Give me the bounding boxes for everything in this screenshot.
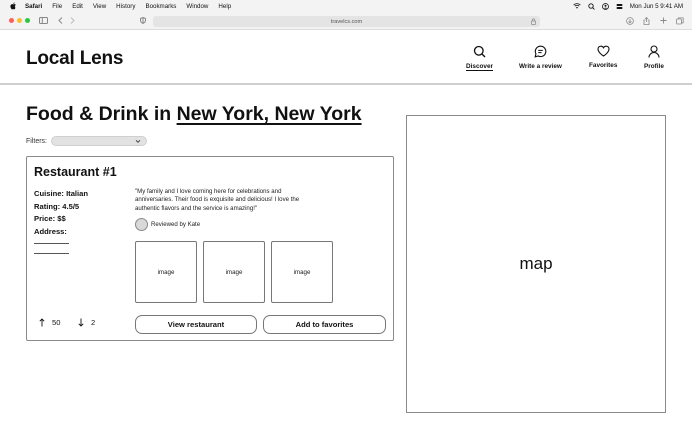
reviewer-label: Reviewed by Kate bbox=[151, 221, 201, 228]
control-center-icon[interactable] bbox=[616, 3, 623, 10]
app-logo[interactable]: Local Lens bbox=[26, 48, 123, 70]
menu-bar: Safari File Edit View History Bookmarks … bbox=[0, 0, 692, 12]
user-account-icon[interactable] bbox=[601, 2, 609, 10]
map-label: map bbox=[519, 254, 553, 273]
nav-label-write-review: Write a review bbox=[519, 63, 562, 70]
rating-text: Rating: 4.5/5 bbox=[34, 201, 80, 211]
menu-safari[interactable]: Safari bbox=[25, 3, 42, 10]
menu-file[interactable]: File bbox=[52, 3, 62, 10]
downvote-count: 2 bbox=[91, 318, 96, 327]
address-line-2 bbox=[34, 253, 69, 254]
restaurant-facts: Cuisine: Italian Rating: 4.5/5 Price: $$… bbox=[34, 188, 88, 238]
upvote-count: 50 bbox=[52, 318, 61, 327]
filters-dropdown[interactable] bbox=[51, 136, 147, 146]
search-icon bbox=[473, 45, 486, 63]
location-link[interactable]: New York, New York bbox=[177, 103, 362, 125]
close-window-button[interactable] bbox=[9, 18, 14, 23]
menu-history[interactable]: History bbox=[116, 3, 135, 10]
price-text: Price: $$ bbox=[34, 214, 66, 224]
restaurant-image-1[interactable]: image bbox=[135, 241, 197, 303]
spotlight-search-icon[interactable] bbox=[588, 2, 595, 10]
restaurant-image-3[interactable]: image bbox=[271, 241, 333, 303]
menu-view[interactable]: View bbox=[93, 3, 106, 10]
wifi-icon[interactable] bbox=[573, 3, 581, 9]
forward-icon[interactable] bbox=[70, 16, 75, 25]
nav-profile[interactable]: Profile bbox=[644, 45, 664, 70]
zoom-window-button[interactable] bbox=[25, 18, 30, 23]
new-tab-icon[interactable] bbox=[660, 16, 667, 25]
address-label: Address: bbox=[34, 226, 67, 236]
address-line-1 bbox=[34, 243, 69, 244]
arrow-down-icon bbox=[78, 318, 84, 327]
reviewer: Reviewed by Kate bbox=[135, 218, 200, 231]
tab-overview-icon[interactable] bbox=[676, 16, 684, 25]
menu-window[interactable]: Window bbox=[186, 3, 208, 10]
address-bar[interactable]: travelcs.com bbox=[153, 16, 540, 27]
nav-label-profile: Profile bbox=[644, 63, 664, 70]
lock-icon bbox=[531, 18, 536, 27]
window-controls bbox=[9, 18, 30, 23]
minimize-window-button[interactable] bbox=[17, 18, 22, 23]
menu-help[interactable]: Help bbox=[218, 3, 231, 10]
filters-label: Filters: bbox=[26, 137, 47, 145]
menubar-clock[interactable]: Mon Jun 5 9:41 AM bbox=[630, 3, 683, 10]
heart-icon bbox=[597, 45, 610, 62]
downvote[interactable]: 2 bbox=[78, 318, 95, 327]
page-title-prefix: Food & Drink in bbox=[26, 103, 177, 125]
restaurant-name[interactable]: Restaurant #1 bbox=[34, 165, 117, 179]
browser-toolbar: travelcs.com bbox=[0, 12, 692, 30]
nav-discover[interactable]: Discover bbox=[466, 45, 493, 70]
privacy-shield-icon[interactable] bbox=[140, 16, 146, 25]
restaurant-card: Restaurant #1 Cuisine: Italian Rating: 4… bbox=[26, 156, 394, 341]
menu-edit[interactable]: Edit bbox=[72, 3, 83, 10]
back-icon[interactable] bbox=[58, 16, 63, 25]
chevron-down-icon bbox=[135, 139, 141, 143]
chat-icon bbox=[534, 45, 547, 63]
nav-write-review[interactable]: Write a review bbox=[519, 45, 562, 70]
apple-icon[interactable] bbox=[9, 2, 17, 10]
menu-bookmarks[interactable]: Bookmarks bbox=[145, 3, 176, 10]
sidebar-toggle-icon[interactable] bbox=[39, 16, 48, 25]
share-icon[interactable] bbox=[643, 16, 650, 25]
app-header: Local Lens Discover Write a review Favor… bbox=[0, 31, 692, 85]
arrow-up-icon bbox=[39, 318, 45, 327]
nav-favorites[interactable]: Favorites bbox=[589, 45, 617, 69]
reviewer-avatar[interactable] bbox=[135, 218, 148, 231]
nav-label-discover: Discover bbox=[466, 63, 493, 70]
page-title: Food & Drink in New York, New York bbox=[26, 103, 362, 126]
restaurant-image-2[interactable]: image bbox=[203, 241, 265, 303]
person-icon bbox=[648, 45, 660, 63]
upvote[interactable]: 50 bbox=[39, 318, 60, 327]
filters-row: Filters: bbox=[26, 136, 147, 146]
review-text: "My family and I love coming here for ce… bbox=[135, 188, 300, 212]
download-icon[interactable] bbox=[626, 16, 634, 25]
url-text: travelcs.com bbox=[330, 18, 363, 25]
add-to-favorites-button[interactable]: Add to favorites bbox=[263, 315, 386, 334]
nav-label-favorites: Favorites bbox=[589, 62, 618, 69]
view-restaurant-button[interactable]: View restaurant bbox=[135, 315, 257, 334]
map-panel[interactable]: map bbox=[406, 115, 666, 413]
cuisine-text: Cuisine: Italian bbox=[34, 189, 89, 198]
